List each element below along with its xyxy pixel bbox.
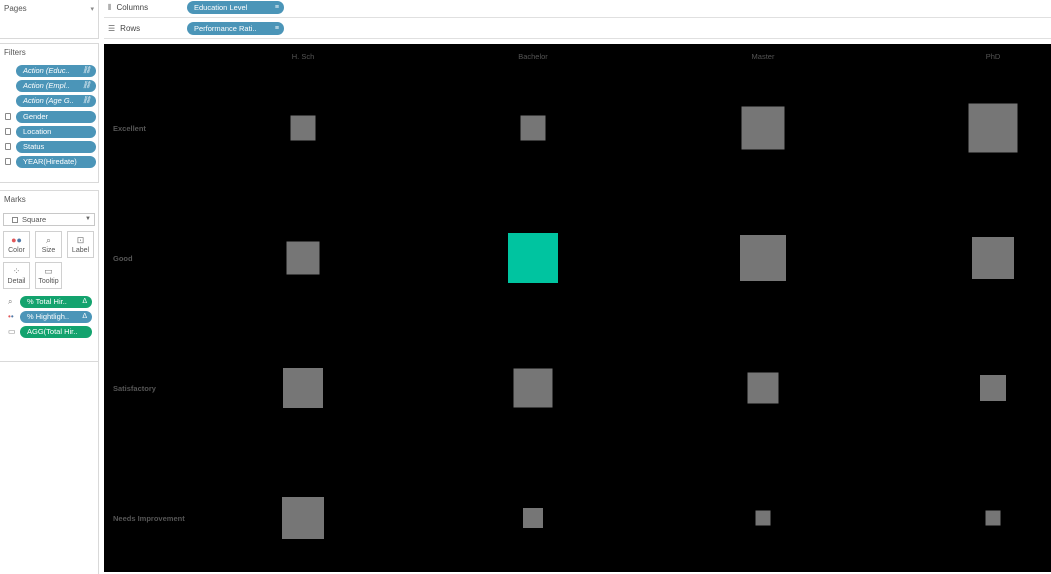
heatmap-square-mark[interactable] [755,510,771,526]
heatmap-square-mark[interactable] [972,237,1014,279]
filters-title: Filters [4,48,26,57]
size-button[interactable]: ⌕ Size [35,231,62,258]
size-icon: ⌕ [45,235,52,245]
rows-label: ☰ Rows [108,24,141,33]
filter-pill-gender[interactable]: Gender [16,111,96,123]
heatmap-square-mark[interactable] [985,510,1001,526]
heatmap-square-mark[interactable] [741,106,785,150]
filter-context-icon [5,158,11,165]
sort-icon: ≡ [274,25,279,32]
link-icon: ⛓ [82,67,91,74]
viz-canvas[interactable]: H. Sch Bachelor Master PhD Excellent Good Sati… [104,44,1051,572]
row-header[interactable]: Good [113,254,133,263]
row-header[interactable]: Satisfactory [113,384,157,393]
filter-context-icon [5,143,11,150]
filter-pill-year-hiredate[interactable]: YEAR(Hiredate) [16,156,96,168]
marks-title: Marks [4,195,26,204]
heatmap-square-mark[interactable] [968,103,1018,153]
column-header[interactable]: H. Sch [292,52,315,61]
column-header[interactable]: PhD [986,52,1001,61]
filter-context-icon [5,113,11,120]
filter-pill-action-education[interactable]: Action (Educ.. ⛓ [16,65,96,77]
rows-icon: ☰ [108,24,116,33]
heatmap-chart: H. Sch Bachelor Master PhD Excellent Good Sati… [113,52,1018,539]
columns-pill-education-level[interactable]: Education Level ≡ [187,1,284,14]
heatmap-square-mark[interactable] [747,372,779,404]
row-header[interactable]: Needs Improvement [113,514,185,523]
heatmap-square-mark[interactable] [508,233,558,283]
marks-field-highlight-color[interactable]: % Hightligh.. Δ [20,311,92,323]
color-icon: ●● [11,235,22,245]
filter-pill-status[interactable]: Status [16,141,96,153]
heatmap-square-mark[interactable] [513,368,553,408]
color-shelf-icon: •• [8,312,14,321]
filter-pill-location[interactable]: Location [16,126,96,138]
mark-type-dropdown[interactable]: Square ▼ [3,213,95,226]
marks-field-total-hires-tooltip[interactable]: AGG(Total Hir.. [20,326,92,338]
row-header[interactable]: Excellent [113,124,146,133]
pages-panel: Pages ▾ [0,0,99,39]
label-button[interactable]: ⊡ Label [67,231,94,258]
tooltip-icon: ▭ [44,266,53,276]
heatmap-square-mark[interactable] [286,241,320,275]
columns-shelf[interactable]: ⦀ Columns Education Level ≡ [104,0,1051,18]
link-icon: ⛓ [82,97,91,104]
label-icon: ⊡ [76,235,85,245]
filter-context-icon [5,128,11,135]
rows-shelf[interactable]: ☰ Rows Performance Rati.. ≡ [104,21,1051,39]
rows-pill-performance-rating[interactable]: Performance Rati.. ≡ [187,22,284,35]
marks-field-total-hires-size[interactable]: % Total Hir.. Δ [20,296,92,308]
filters-panel: Filters Action (Educ.. ⛓ Action (Empl.. ⛓ … [0,43,99,183]
heatmap-square-mark[interactable] [980,375,1006,401]
column-header[interactable]: Bachelor [518,52,548,61]
heatmap-square-mark[interactable] [520,115,546,141]
delta-icon: Δ [82,298,87,305]
detail-button[interactable]: ⁘ Detail [3,262,30,289]
columns-icon: ⦀ [108,3,112,12]
pages-title: Pages [4,4,27,13]
left-panel-empty [0,362,99,574]
link-icon: ⛓ [82,82,91,89]
column-header[interactable]: Master [752,52,775,61]
heatmap-square-mark[interactable] [282,497,324,539]
collapse-chevron-icon[interactable]: ▾ [90,5,94,13]
color-button[interactable]: ●● Color [3,231,30,258]
heatmap-square-mark[interactable] [283,368,323,408]
delta-icon: Δ [82,313,87,320]
sort-icon: ≡ [274,4,279,11]
detail-icon: ⁘ [12,266,21,276]
size-shelf-icon: ⌕ [8,297,13,306]
filter-pill-action-employment[interactable]: Action (Empl.. ⛓ [16,80,96,92]
square-mark-icon [12,217,18,223]
tooltip-shelf-icon: ▭ [8,327,16,336]
heatmap-square-mark[interactable] [740,235,786,281]
filter-pill-action-age-group[interactable]: Action (Age G.. ⛓ [16,95,96,107]
heatmap-square-mark[interactable] [290,115,316,141]
columns-label: ⦀ Columns [108,3,149,12]
dropdown-arrow-icon: ▼ [85,216,91,222]
tooltip-button[interactable]: ▭ Tooltip [35,262,62,289]
heatmap-square-mark[interactable] [523,508,543,528]
